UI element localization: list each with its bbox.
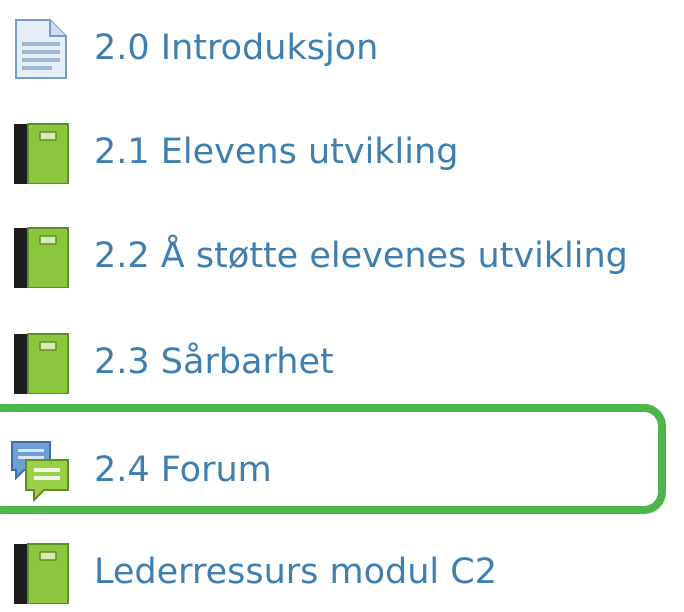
activity-list: 2.0 Introduksjon 2.1 Elevens utvikling 2… [0, 0, 684, 604]
book-icon [10, 122, 72, 184]
activity-item-label[interactable]: 2.3 Sårbarhet [94, 341, 334, 383]
activity-item-lederressurs-modul-c2[interactable]: Lederressurs modul C2 [0, 532, 684, 612]
activity-item-stotte-elevenes-utvikling[interactable]: 2.2 Å støtte elevenes utvikling [0, 216, 684, 296]
book-icon [10, 226, 72, 288]
activity-item-label[interactable]: 2.0 Introduksjon [94, 27, 378, 69]
activity-item-label[interactable]: 2.4 Forum [94, 449, 272, 491]
book-icon [10, 542, 72, 604]
activity-item-forum[interactable]: 2.4 Forum [0, 430, 684, 510]
activity-item-label[interactable]: 2.2 Å støtte elevenes utvikling [94, 235, 628, 277]
activity-item-label[interactable]: Lederressurs modul C2 [94, 551, 497, 593]
forum-icon [10, 440, 72, 502]
activity-item-label[interactable]: 2.1 Elevens utvikling [94, 131, 458, 173]
book-icon [10, 332, 72, 394]
activity-item-introduksjon[interactable]: 2.0 Introduksjon [0, 8, 684, 88]
activity-item-elevens-utvikling[interactable]: 2.1 Elevens utvikling [0, 112, 684, 192]
activity-item-sarbarhet[interactable]: 2.3 Sårbarhet [0, 322, 684, 402]
page-icon [10, 18, 72, 80]
